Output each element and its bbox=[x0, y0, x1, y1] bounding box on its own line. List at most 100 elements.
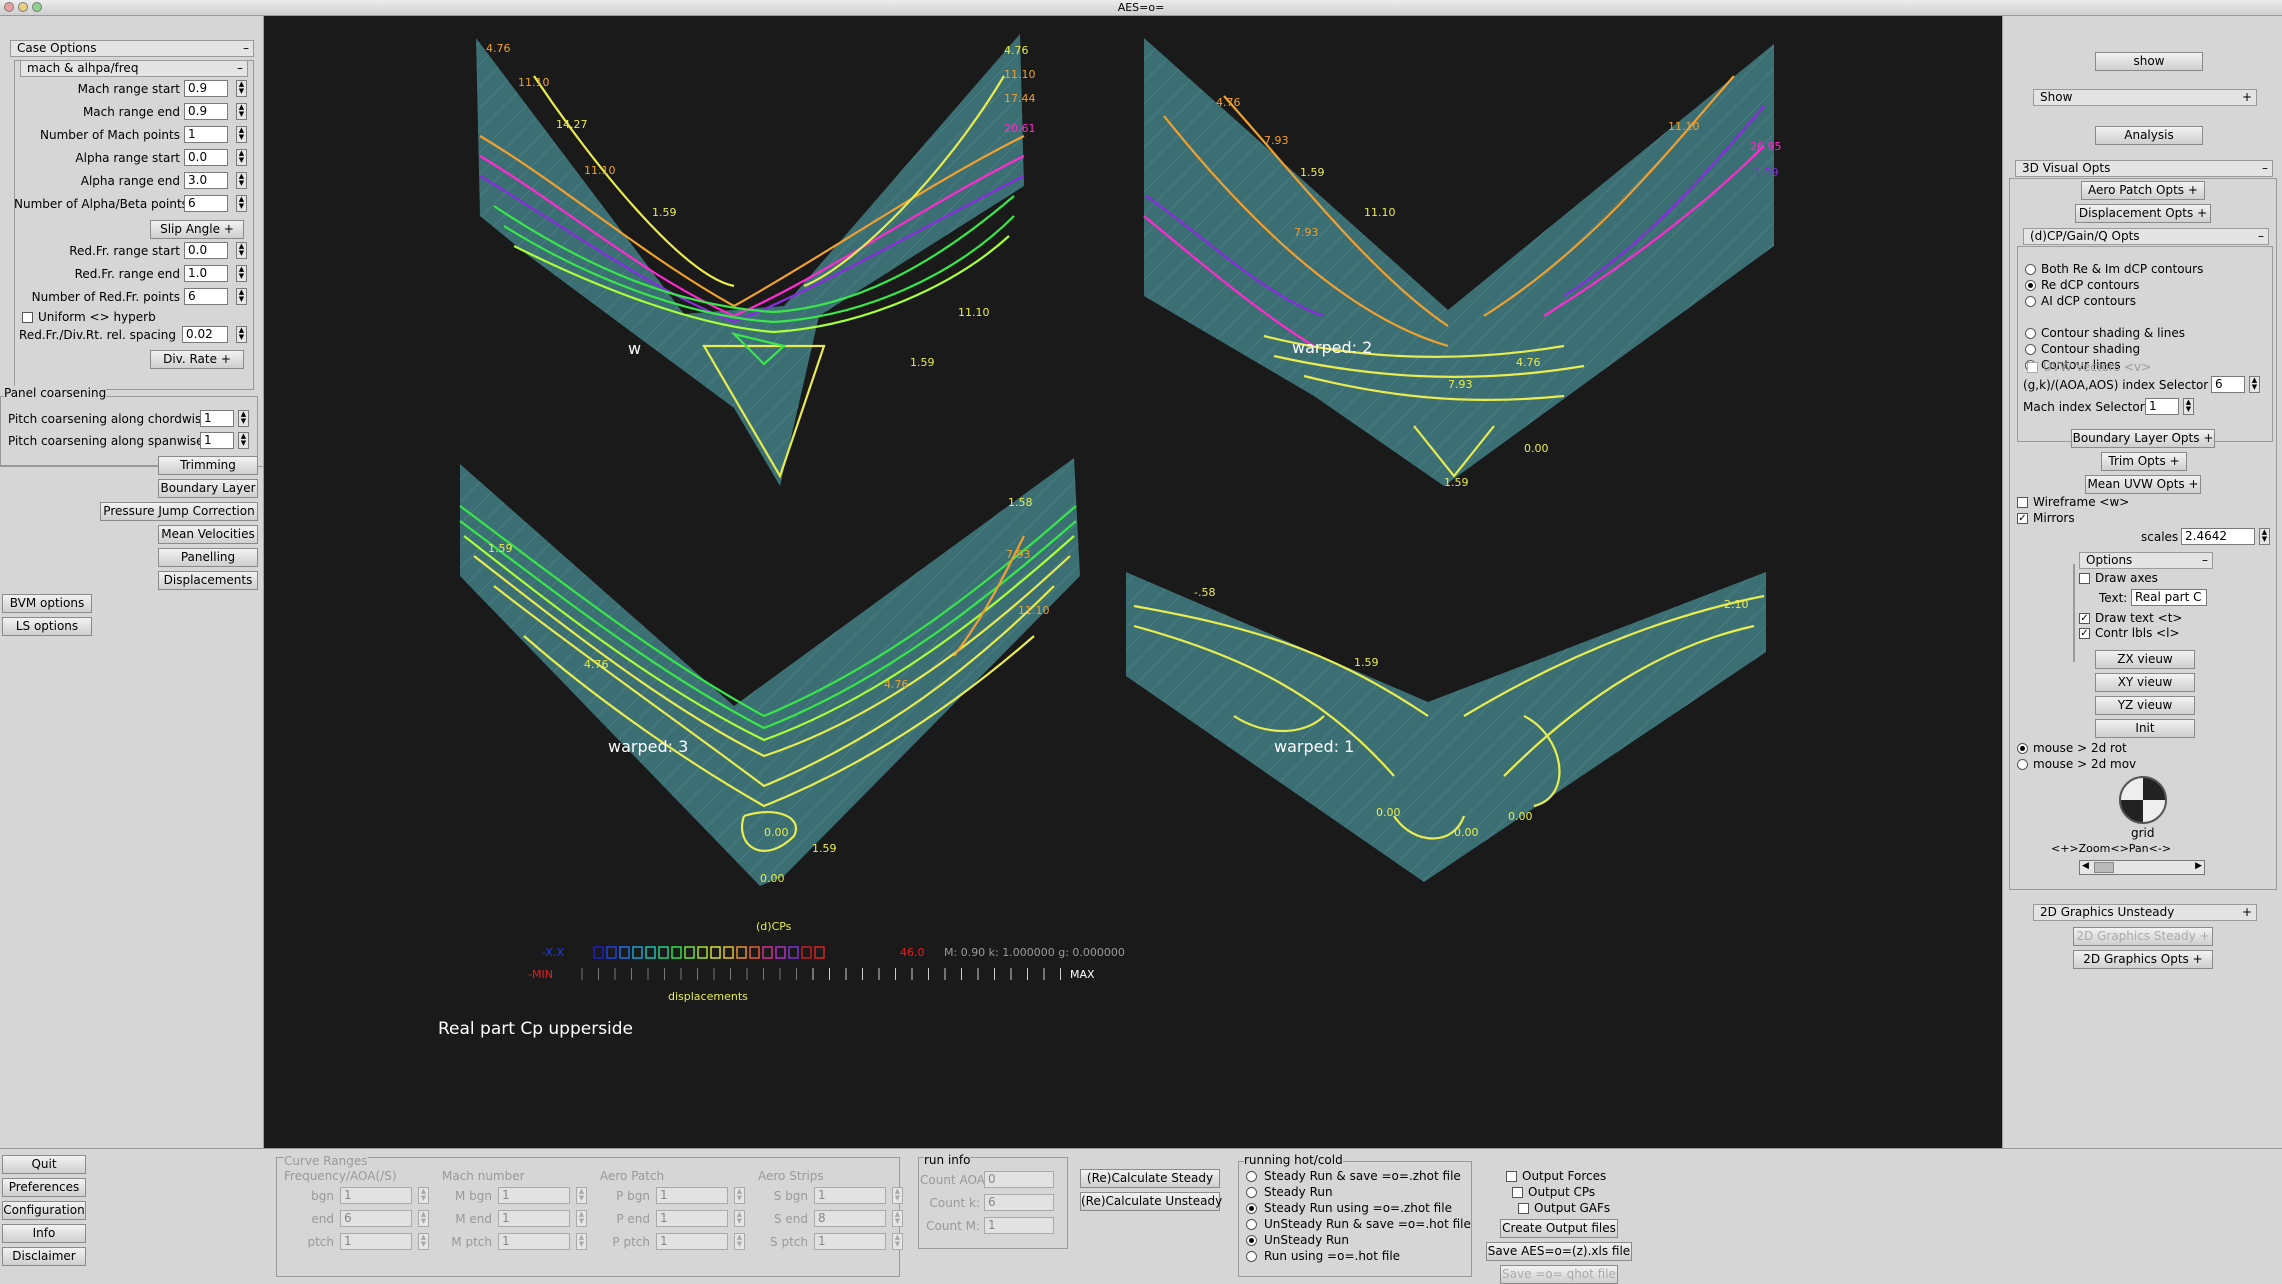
mean-uvw-opts-button[interactable]: Mean UVW Opts + bbox=[2085, 475, 2201, 494]
wing-view-1[interactable]: w bbox=[476, 34, 1025, 486]
mach-selector-input[interactable]: 1 bbox=[2145, 398, 2179, 415]
run-mode-radio[interactable] bbox=[1246, 1219, 1257, 1230]
mirrors-checkbox[interactable]: ✓ bbox=[2017, 513, 2028, 524]
zx-view-button[interactable]: ZX vieuw bbox=[2095, 650, 2195, 669]
field-input[interactable]: 0.9 bbox=[184, 80, 228, 97]
wireframe-checkbox[interactable] bbox=[2017, 497, 2028, 508]
field-spinner[interactable]: ▲ ▼ bbox=[236, 126, 247, 143]
dcp-opts-header[interactable]: (d)CP/Gain/Q Opts – bbox=[2023, 228, 2269, 245]
curve-range-input[interactable]: 1 bbox=[656, 1187, 728, 1204]
wing-view-3[interactable]: warped: 3 bbox=[459, 458, 1080, 886]
zoom-scrollbar[interactable]: ◀ ▶ bbox=[2079, 860, 2205, 875]
trim-opts-button[interactable]: Trim Opts + bbox=[2101, 452, 2187, 471]
shading-mode-radio[interactable] bbox=[2025, 344, 2036, 355]
show-header[interactable]: Show + bbox=[2033, 89, 2257, 106]
field-spinner[interactable]: ▲ ▼ bbox=[236, 103, 247, 120]
curve-range-spinner[interactable]: ▲ ▼ bbox=[576, 1210, 587, 1227]
output-checkbox[interactable] bbox=[1512, 1187, 1523, 1198]
contr-lbls-checkbox[interactable]: ✓ bbox=[2079, 628, 2090, 639]
calc-steady-button[interactable]: (Re)Calculate Steady bbox=[1080, 1169, 1220, 1188]
bvm-options-button[interactable]: BVM options bbox=[2, 594, 92, 613]
text-input[interactable]: Real part C bbox=[2131, 589, 2207, 606]
run-info-value[interactable]: 0 bbox=[984, 1171, 1054, 1188]
case-options-header[interactable]: Case Options – bbox=[10, 40, 254, 57]
curve-range-input[interactable]: 1 bbox=[498, 1233, 570, 1250]
field-input[interactable]: 3.0 bbox=[184, 172, 228, 189]
spacing-input[interactable]: 0.02 bbox=[182, 326, 228, 343]
curve-range-spinner[interactable]: ▲ ▼ bbox=[734, 1233, 745, 1250]
field-input[interactable]: 0.0 bbox=[184, 242, 228, 259]
field-spinner[interactable]: ▲ ▼ bbox=[236, 288, 247, 305]
curve-range-input[interactable]: 1 bbox=[498, 1187, 570, 1204]
run-mode-radio[interactable] bbox=[1246, 1171, 1257, 1182]
curve-range-input[interactable]: 1 bbox=[498, 1210, 570, 1227]
scales-input[interactable]: 2.4642 bbox=[2181, 528, 2255, 545]
uvw-vectors-checkbox[interactable] bbox=[2027, 362, 2038, 373]
field-input[interactable]: 0.9 bbox=[184, 103, 228, 120]
spacing-spinner[interactable]: ▲ ▼ bbox=[236, 326, 247, 343]
run-mode-radio[interactable] bbox=[1246, 1203, 1257, 1214]
ls-options-button[interactable]: LS options bbox=[2, 617, 92, 636]
yz-view-button[interactable]: YZ vieuw bbox=[2095, 696, 2195, 715]
init-button[interactable]: Init bbox=[2095, 719, 2195, 738]
field-input[interactable]: 6 bbox=[184, 195, 228, 212]
shading-mode-radio[interactable] bbox=[2025, 328, 2036, 339]
left-option-button[interactable]: Mean Velocities bbox=[158, 525, 258, 544]
bottom-nav-button[interactable]: Preferences bbox=[2, 1178, 86, 1197]
curve-range-input[interactable]: 1 bbox=[340, 1233, 412, 1250]
field-input[interactable]: 1 bbox=[184, 126, 228, 143]
bottom-nav-button[interactable]: Configuration bbox=[2, 1201, 86, 1220]
contour-mode-radio[interactable] bbox=[2025, 296, 2036, 307]
index-selector-spinner[interactable]: ▲ ▼ bbox=[2249, 376, 2260, 393]
field-spinner[interactable]: ▲ ▼ bbox=[236, 242, 247, 259]
curve-range-input[interactable]: 8 bbox=[814, 1210, 886, 1227]
mach-group-header[interactable]: mach & alhpa/freq – bbox=[20, 60, 248, 77]
3d-view-canvas[interactable]: w warped: 2 warped: 3 warped: 1 4.76 11.… bbox=[264, 16, 2002, 1148]
field-spinner[interactable]: ▲ ▼ bbox=[236, 149, 247, 166]
mouse-rot-radio[interactable] bbox=[2017, 743, 2028, 754]
scroll-right-icon[interactable]: ▶ bbox=[2195, 861, 2202, 871]
scales-spinner[interactable]: ▲ ▼ bbox=[2259, 528, 2270, 545]
close-window-icon[interactable] bbox=[4, 2, 14, 12]
curve-range-spinner[interactable]: ▲ ▼ bbox=[892, 1187, 903, 1204]
left-option-button[interactable]: Trimming bbox=[158, 456, 258, 475]
left-option-button[interactable]: Pressure Jump Correction bbox=[100, 502, 258, 521]
rotation-ball-icon[interactable] bbox=[2119, 776, 2167, 824]
scroll-left-icon[interactable]: ◀ bbox=[2082, 861, 2089, 871]
curve-range-spinner[interactable]: ▲ ▼ bbox=[576, 1233, 587, 1250]
output-checkbox[interactable] bbox=[1518, 1203, 1529, 1214]
curve-range-input[interactable]: 1 bbox=[340, 1187, 412, 1204]
mouse-mov-radio[interactable] bbox=[2017, 759, 2028, 770]
displacement-opts-button[interactable]: Displacement Opts + bbox=[2075, 204, 2211, 223]
aero-patch-opts-button[interactable]: Aero Patch Opts + bbox=[2081, 181, 2205, 200]
xy-view-button[interactable]: XY vieuw bbox=[2095, 673, 2195, 692]
div-rate-button[interactable]: Div. Rate + bbox=[150, 350, 244, 369]
run-info-value[interactable]: 6 bbox=[984, 1194, 1054, 1211]
bottom-nav-button[interactable]: Quit bbox=[2, 1155, 86, 1174]
save-xls-button[interactable]: Save AES=o=(z).xls file bbox=[1486, 1242, 1632, 1261]
boundary-layer-opts-button[interactable]: Boundary Layer Opts + bbox=[2071, 429, 2215, 448]
curve-range-spinner[interactable]: ▲ ▼ bbox=[418, 1233, 429, 1250]
field-spinner[interactable]: ▲ ▼ bbox=[236, 265, 247, 282]
2d-opts-button[interactable]: 2D Graphics Opts + bbox=[2073, 950, 2213, 969]
curve-range-input[interactable]: 1 bbox=[656, 1210, 728, 1227]
left-option-button[interactable]: Boundary Layer bbox=[158, 479, 258, 498]
maximize-window-icon[interactable] bbox=[32, 2, 42, 12]
2d-steady-button[interactable]: 2D Graphics Steady + bbox=[2073, 927, 2213, 946]
mach-selector-spinner[interactable]: ▲ ▼ bbox=[2183, 398, 2194, 415]
left-option-button[interactable]: Panelling bbox=[158, 548, 258, 567]
visual-opts-header[interactable]: 3D Visual Opts – bbox=[2015, 160, 2273, 177]
wing-view-4[interactable]: warped: 1 bbox=[1126, 572, 1766, 882]
slip-angle-button[interactable]: Slip Angle + bbox=[150, 220, 244, 239]
curve-range-input[interactable]: 1 bbox=[814, 1187, 886, 1204]
index-selector-input[interactable]: 6 bbox=[2211, 376, 2245, 393]
chordwise-input[interactable]: 1 bbox=[200, 410, 234, 427]
curve-range-spinner[interactable]: ▲ ▼ bbox=[892, 1233, 903, 1250]
create-output-button[interactable]: Create Output files bbox=[1500, 1219, 1618, 1238]
spanwise-input[interactable]: 1 bbox=[200, 432, 234, 449]
2d-unsteady-header[interactable]: 2D Graphics Unsteady + bbox=[2033, 904, 2257, 921]
run-mode-radio[interactable] bbox=[1246, 1187, 1257, 1198]
options-header[interactable]: Options – bbox=[2079, 552, 2213, 569]
minimize-window-icon[interactable] bbox=[18, 2, 28, 12]
curve-range-spinner[interactable]: ▲ ▼ bbox=[576, 1187, 587, 1204]
